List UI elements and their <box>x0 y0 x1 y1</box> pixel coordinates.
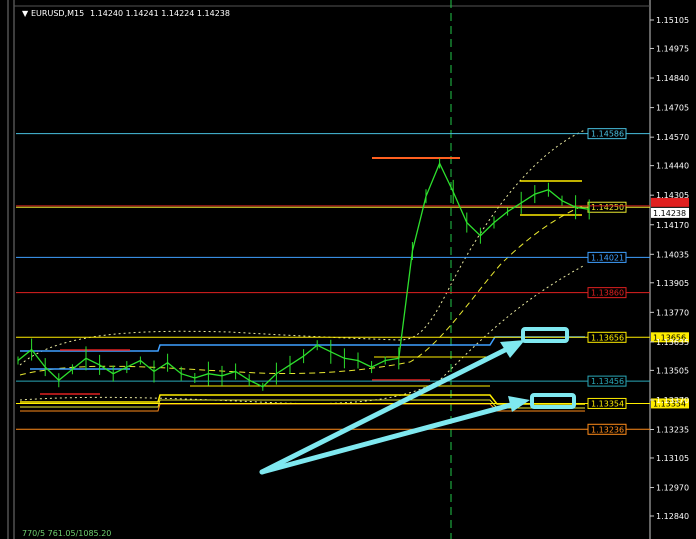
level-label: 1.14021 <box>591 253 624 262</box>
y-tick-label: 1.14305 <box>656 191 689 200</box>
y-tick-label: 1.14705 <box>656 104 689 113</box>
y-tick-label: 1.13370 <box>656 396 689 405</box>
level-label: 1.13656 <box>591 333 624 342</box>
level-label: 1.14586 <box>591 130 624 139</box>
y-tick-label: 1.13505 <box>656 366 689 375</box>
y-tick-label: 1.14170 <box>656 221 689 230</box>
y-tick-label: 1.14975 <box>656 44 689 53</box>
y-tick-label: 1.14840 <box>656 74 689 83</box>
y-tick-label: 1.13635 <box>656 338 689 347</box>
y-tick-label: 1.13105 <box>656 454 689 463</box>
level-label: 1.13860 <box>591 289 624 298</box>
y-tick-label: 1.13905 <box>656 279 689 288</box>
chart-window[interactable]: ▼ EURUSD,M15 1.14240 1.14241 1.14224 1.1… <box>0 0 696 539</box>
y-tick-label: 1.14035 <box>656 250 689 259</box>
y-tick-label: 1.13235 <box>656 426 689 435</box>
y-tick-label: 1.14570 <box>656 133 689 142</box>
y-tick-label: 1.13770 <box>656 308 689 317</box>
current-price-label: 1.14238 <box>653 209 686 218</box>
price-chart[interactable]: ▼ EURUSD,M15 1.14240 1.14241 1.14224 1.1… <box>0 0 696 539</box>
footer-readout: 770/5 761.05/1085.20 <box>22 529 111 538</box>
level-label: 1.13236 <box>591 425 624 434</box>
y-tick-label: 1.14440 <box>656 162 689 171</box>
chart-background <box>0 0 696 539</box>
y-tick-label: 1.12970 <box>656 484 689 493</box>
symbol-label: EURUSD,M15 <box>31 9 84 18</box>
chart-collapse-icon[interactable]: ▼ <box>22 9 29 18</box>
level-label: 1.14250 <box>591 203 624 212</box>
level-label: 1.13456 <box>591 377 624 386</box>
ohlc-readout: 1.14240 1.14241 1.14224 1.14238 <box>90 9 230 18</box>
level-label: 1.13354 <box>591 399 624 408</box>
y-tick-label: 1.15105 <box>656 16 689 25</box>
y-tick-label: 1.12840 <box>656 512 689 521</box>
